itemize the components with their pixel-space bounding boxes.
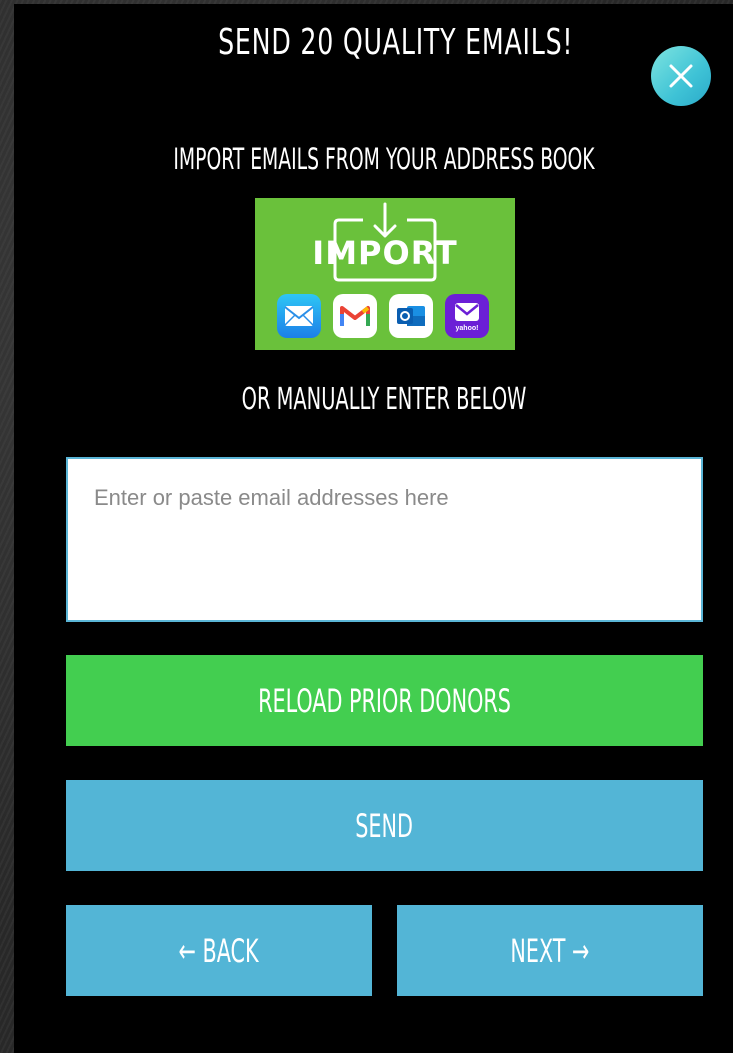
send-button[interactable]: SEND xyxy=(66,780,703,871)
outlook-icon xyxy=(389,294,433,338)
next-button[interactable]: NEXT → xyxy=(397,905,703,996)
mail-app-icon xyxy=(277,294,321,338)
import-subtitle: IMPORT EMAILS FROM YOUR ADDRESS BOOK xyxy=(173,142,595,176)
gmail-icon xyxy=(333,294,377,338)
import-label: IMPORT xyxy=(312,234,458,272)
send-label: SEND xyxy=(355,806,414,845)
email-provider-icons: yahoo! xyxy=(277,294,489,338)
send-emails-modal: SEND 20 QUALITY EMAILS! IMPORT EMAILS FR… xyxy=(14,4,733,1053)
back-label: ← BACK xyxy=(178,931,260,970)
yahoo-label: yahoo! xyxy=(456,325,479,332)
back-button[interactable]: ← BACK xyxy=(66,905,372,996)
close-button[interactable] xyxy=(651,46,711,106)
reload-prior-donors-button[interactable]: RELOAD PRIOR DONORS xyxy=(66,655,703,746)
next-label: NEXT → xyxy=(510,931,590,970)
email-addresses-input[interactable] xyxy=(66,457,703,622)
manual-entry-label: OR MANUALLY ENTER BELOW xyxy=(241,382,527,417)
import-address-book-button[interactable]: IMPORT yahoo! xyxy=(255,198,515,350)
close-icon xyxy=(669,64,693,88)
reload-prior-donors-label: RELOAD PRIOR DONORS xyxy=(258,681,511,720)
modal-title: SEND 20 QUALITY EMAILS! xyxy=(218,22,574,63)
yahoo-mail-icon: yahoo! xyxy=(445,294,489,338)
